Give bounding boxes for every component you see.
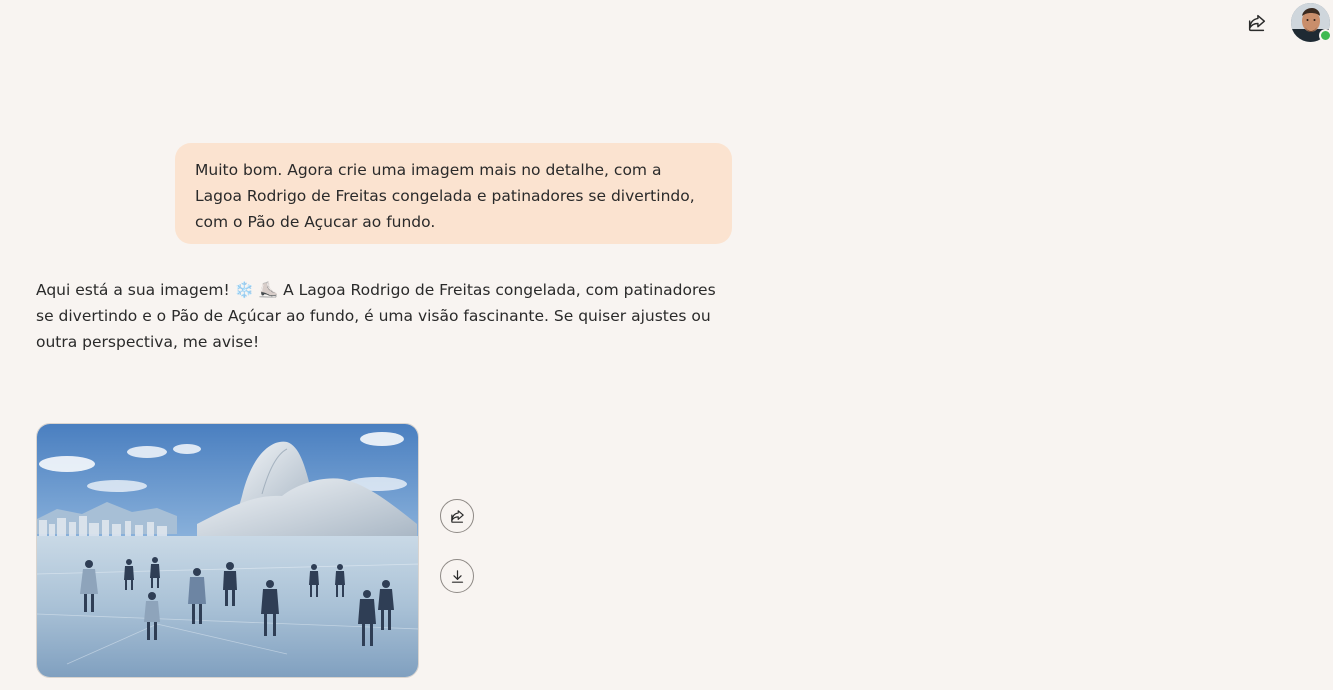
user-message-bubble: Muito bom. Agora crie uma imagem mais no… [175, 143, 732, 244]
generated-image[interactable] [36, 423, 419, 678]
ice-skate-emoji: ⛸️ [258, 281, 279, 299]
frozen-lagoon-illustration [37, 424, 418, 677]
share-conversation-button[interactable] [1244, 10, 1270, 36]
share-icon [450, 509, 464, 523]
download-icon [451, 569, 463, 583]
assistant-message: Aqui está a sua imagem! ❄️ ⛸️ A Lagoa Ro… [36, 277, 736, 355]
share-icon [1248, 14, 1266, 32]
user-message-text: Muito bom. Agora crie uma imagem mais no… [195, 161, 695, 231]
image-share-button[interactable] [440, 499, 474, 533]
assistant-message-intro: Aqui está a sua imagem! [36, 281, 230, 299]
online-status-indicator [1319, 29, 1332, 42]
image-download-button[interactable] [440, 559, 474, 593]
snowflake-emoji: ❄️ [234, 281, 254, 299]
